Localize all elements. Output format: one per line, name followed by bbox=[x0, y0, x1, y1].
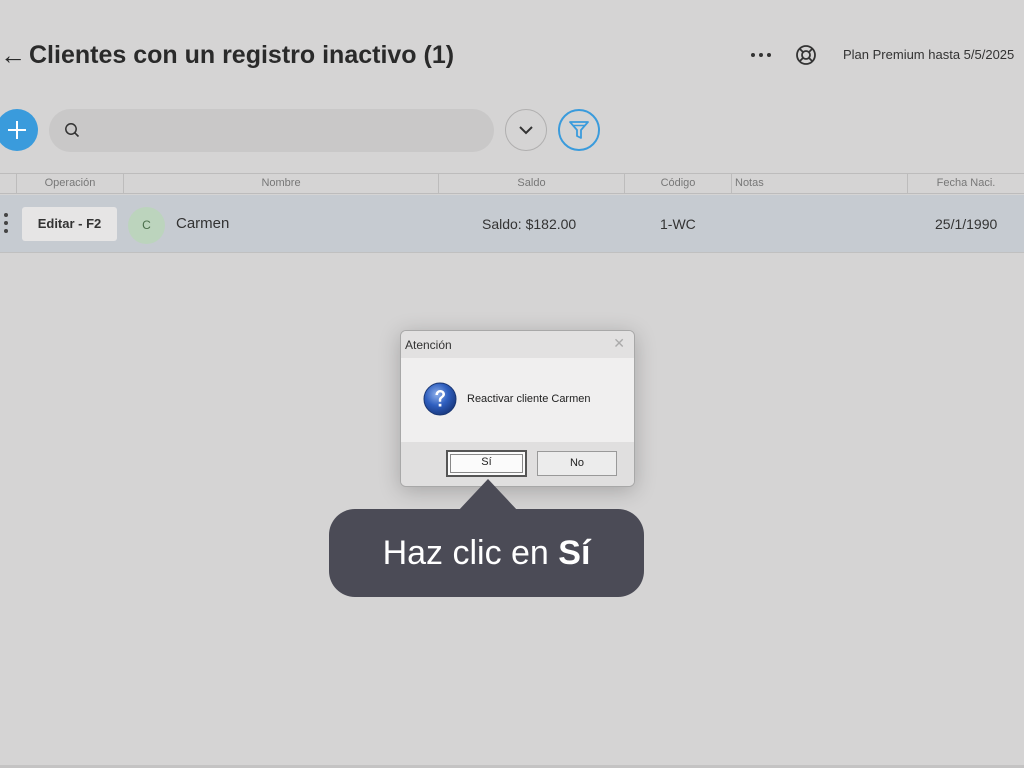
plan-status[interactable]: Plan Premium hasta 5/5/2025 bbox=[843, 47, 1014, 62]
table-header: Operación Nombre Saldo Código Notas Fech… bbox=[0, 173, 1024, 194]
dialog-message: Reactivar cliente Carmen bbox=[467, 393, 591, 405]
search-input[interactable] bbox=[91, 109, 485, 154]
back-arrow-icon[interactable]: ← bbox=[0, 40, 26, 70]
avatar: C bbox=[128, 207, 165, 244]
header: ← Clientes con un registro inactivo (1) … bbox=[0, 0, 1024, 110]
column-header-code[interactable]: Código bbox=[624, 174, 731, 193]
edit-button[interactable]: Editar - F2 bbox=[22, 207, 117, 241]
question-icon bbox=[423, 382, 457, 416]
yes-button-focus-ring bbox=[450, 454, 523, 473]
dropdown-button[interactable] bbox=[505, 109, 547, 151]
chevron-down-icon bbox=[519, 126, 533, 135]
tooltip-highlight: Sí bbox=[558, 534, 591, 572]
column-header-birth-date[interactable]: Fecha Naci. bbox=[907, 174, 1024, 193]
lifebuoy-icon[interactable] bbox=[793, 42, 819, 68]
dialog-titlebar: Atención ✕ bbox=[401, 331, 634, 358]
client-code: 1-WC bbox=[660, 216, 696, 232]
table-row[interactable]: Editar - F2 C Carmen Saldo: $182.00 1-WC… bbox=[0, 195, 1024, 253]
instruction-tooltip: Haz clic en Sí bbox=[329, 509, 644, 597]
column-header-balance[interactable]: Saldo bbox=[438, 174, 624, 193]
tooltip-pointer bbox=[458, 479, 518, 511]
dialog-title: Atención bbox=[405, 338, 452, 352]
close-icon[interactable]: ✕ bbox=[613, 336, 625, 350]
row-menu-icon[interactable] bbox=[3, 213, 9, 235]
yes-button[interactable]: Sí bbox=[446, 450, 527, 477]
search-bar[interactable] bbox=[49, 109, 494, 154]
no-button[interactable]: No bbox=[537, 451, 617, 476]
filter-icon bbox=[569, 121, 589, 139]
page-title: Clientes con un registro inactivo (1) bbox=[29, 41, 455, 69]
dialog-body: Reactivar cliente Carmen bbox=[401, 358, 634, 442]
client-birth-date: 25/1/1990 bbox=[935, 216, 998, 232]
column-header-notes[interactable]: Notas bbox=[731, 174, 907, 193]
confirm-dialog: Atención ✕ Reactivar cliente Carmen Sí N… bbox=[400, 330, 635, 487]
column-header-operation[interactable]: Operación bbox=[16, 174, 123, 193]
column-header-name[interactable]: Nombre bbox=[123, 174, 438, 193]
filter-button[interactable] bbox=[558, 109, 600, 151]
more-options-button[interactable] bbox=[748, 40, 774, 70]
tooltip-text: Haz clic en bbox=[382, 534, 559, 572]
search-icon bbox=[64, 122, 80, 138]
client-balance: Saldo: $182.00 bbox=[482, 216, 577, 232]
add-client-button[interactable] bbox=[0, 109, 38, 151]
client-name: Carmen bbox=[176, 215, 230, 232]
